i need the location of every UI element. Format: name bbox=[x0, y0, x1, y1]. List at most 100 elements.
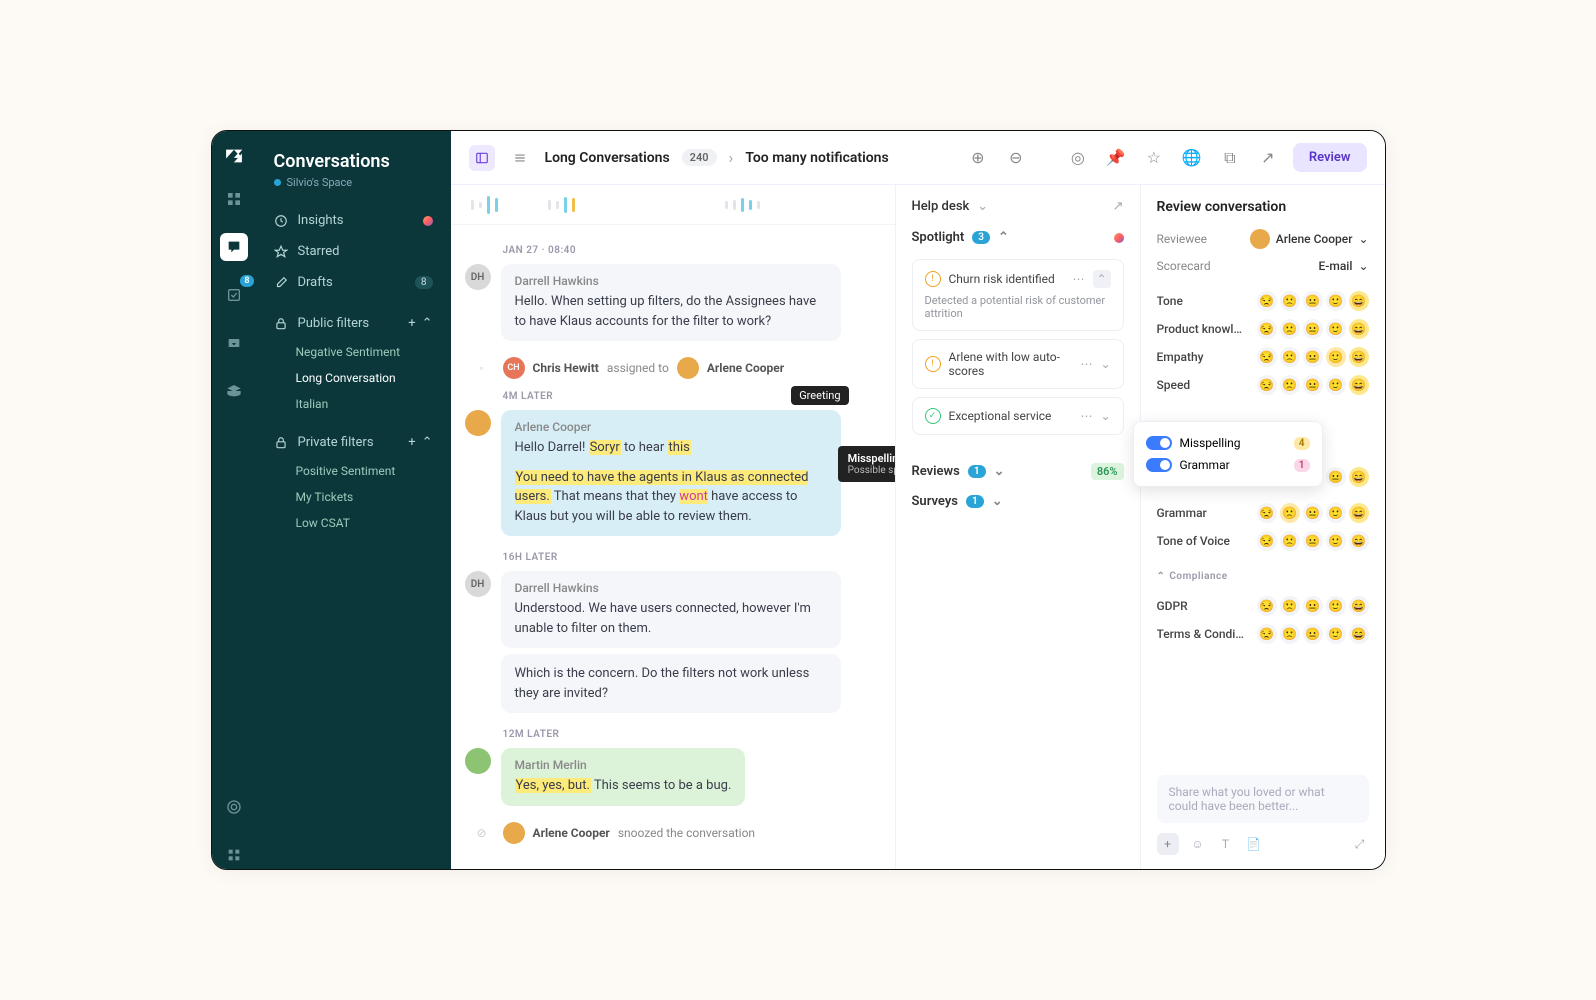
spotlight-card[interactable]: !Arlene with low auto-scores⋯⌄ bbox=[912, 339, 1124, 389]
chevron-down-icon[interactable]: ⌃ bbox=[422, 316, 433, 331]
rating-face[interactable]: 😄 bbox=[1349, 531, 1369, 551]
rating-face[interactable]: 🙂 bbox=[1326, 531, 1346, 551]
text-format-icon[interactable]: T bbox=[1217, 835, 1235, 853]
rating-face[interactable]: 😄 bbox=[1349, 291, 1369, 311]
surveys-section[interactable]: Surveys 1 ⌄ bbox=[912, 494, 1124, 509]
rating-face[interactable]: 😄 bbox=[1349, 596, 1369, 616]
rail-learn-icon[interactable] bbox=[220, 377, 248, 405]
rail-inbox-icon[interactable] bbox=[220, 329, 248, 357]
rail-tasks-icon[interactable]: 8 bbox=[220, 281, 248, 309]
rating-face[interactable]: 😐 bbox=[1303, 347, 1323, 367]
expand-icon[interactable]: ⤢ bbox=[1351, 835, 1369, 853]
breadcrumb-filter[interactable]: Long Conversations bbox=[545, 150, 670, 166]
next-icon[interactable]: ⊖ bbox=[1003, 145, 1029, 171]
toggle-misspelling[interactable] bbox=[1146, 436, 1172, 450]
rating-face[interactable]: 🙂 bbox=[1326, 291, 1346, 311]
rating-face[interactable]: 😒 bbox=[1257, 503, 1277, 523]
globe-icon[interactable]: 🌐 bbox=[1179, 145, 1205, 171]
rating-face[interactable]: 🙁 bbox=[1280, 319, 1300, 339]
rating-face[interactable]: 😐 bbox=[1303, 624, 1323, 644]
rating-face[interactable]: 🙂 bbox=[1326, 624, 1346, 644]
rail-conversations-icon[interactable] bbox=[220, 233, 248, 261]
external-link-icon[interactable]: ↗ bbox=[1113, 199, 1124, 214]
rating-face[interactable]: 🙁 bbox=[1280, 291, 1300, 311]
rating-face[interactable]: 🙁 bbox=[1280, 624, 1300, 644]
filter-low-csat[interactable]: Low CSAT bbox=[256, 510, 451, 536]
rating-face[interactable]: 🙂 bbox=[1326, 319, 1346, 339]
rating-face[interactable]: 😐 bbox=[1303, 291, 1323, 311]
message-bubble[interactable]: Which is the concern. Do the filters not… bbox=[501, 654, 841, 713]
more-icon[interactable]: ⋯ bbox=[1073, 272, 1085, 286]
spotlight-card[interactable]: ✓Exceptional service⋯⌄ bbox=[912, 397, 1124, 435]
workspace-label[interactable]: Silvio's Space bbox=[256, 176, 451, 205]
comment-input[interactable]: Share what you loved or what could have … bbox=[1157, 775, 1369, 823]
reviews-section[interactable]: Reviews 1 ⌄ 86% bbox=[912, 463, 1124, 480]
add-icon[interactable]: + bbox=[408, 316, 415, 331]
rating-face[interactable]: 😐 bbox=[1303, 319, 1323, 339]
toggle-grammar[interactable] bbox=[1146, 458, 1172, 472]
rating-face[interactable]: 😄 bbox=[1349, 624, 1369, 644]
copy-icon[interactable]: ⧉ bbox=[1217, 145, 1243, 171]
rating-face[interactable]: 😐 bbox=[1303, 503, 1323, 523]
compliance-section[interactable]: ⌃ Compliance bbox=[1157, 571, 1369, 582]
rating-face[interactable]: 😒 bbox=[1257, 624, 1277, 644]
pin-icon[interactable]: 📌 bbox=[1103, 145, 1129, 171]
nav-private-filters[interactable]: Private filters+⌃ bbox=[256, 427, 451, 458]
emoji-icon[interactable]: ☺ bbox=[1189, 835, 1207, 853]
rating-face[interactable]: 🙁 bbox=[1280, 596, 1300, 616]
chevron-down-icon[interactable]: ⌃ bbox=[422, 435, 433, 450]
filter-negative-sentiment[interactable]: Negative Sentiment bbox=[256, 339, 451, 365]
add-button[interactable]: + bbox=[1157, 833, 1179, 855]
helpdesk-selector[interactable]: Help desk⌄ ↗ bbox=[912, 199, 1124, 214]
spotlight-section[interactable]: Spotlight 3 ⌃ bbox=[912, 230, 1124, 245]
rating-face[interactable]: 🙁 bbox=[1280, 503, 1300, 523]
breadcrumb-ticket[interactable]: Too many notifications bbox=[745, 150, 888, 166]
nav-starred[interactable]: Starred bbox=[256, 236, 451, 267]
rating-face[interactable]: 😐 bbox=[1303, 531, 1323, 551]
nav-public-filters[interactable]: Public filters+⌃ bbox=[256, 308, 451, 339]
spotlight-card[interactable]: !Churn risk identified⋯⌃ Detected a pote… bbox=[912, 259, 1124, 331]
rating-face[interactable]: 🙁 bbox=[1280, 375, 1300, 395]
message-bubble[interactable]: Darrell Hawkins Hello. When setting up f… bbox=[501, 264, 841, 341]
reviewee-row[interactable]: Reviewee Arlene Cooper ⌄ bbox=[1157, 229, 1369, 249]
more-icon[interactable]: ⋯ bbox=[1080, 409, 1092, 423]
prev-icon[interactable]: ⊕ bbox=[965, 145, 991, 171]
scorecard-row[interactable]: Scorecard E-mail ⌄ bbox=[1157, 259, 1369, 273]
more-icon[interactable]: ⋯ bbox=[1080, 357, 1092, 371]
nav-drafts[interactable]: Drafts8 bbox=[256, 267, 451, 298]
attachment-icon[interactable]: 📄 bbox=[1245, 835, 1263, 853]
add-icon[interactable]: + bbox=[408, 435, 415, 450]
external-icon[interactable]: ↗ bbox=[1255, 145, 1281, 171]
filter-italian[interactable]: Italian bbox=[256, 391, 451, 417]
rating-face[interactable]: 😒 bbox=[1257, 375, 1277, 395]
rating-face[interactable]: 😒 bbox=[1257, 596, 1277, 616]
filter-long-conversation[interactable]: Long Conversation bbox=[256, 365, 451, 391]
rail-apps-icon[interactable] bbox=[220, 841, 248, 869]
rating-face[interactable]: 🙂 bbox=[1326, 596, 1346, 616]
message-bubble[interactable]: Martin Merlin Yes, yes, but. This seems … bbox=[501, 748, 746, 806]
rating-face[interactable]: 😒 bbox=[1257, 347, 1277, 367]
rating-face[interactable]: 😒 bbox=[1257, 319, 1277, 339]
rating-face[interactable]: 😄 bbox=[1349, 375, 1369, 395]
rating-face[interactable]: 🙂 bbox=[1326, 347, 1346, 367]
nav-insights[interactable]: Insights bbox=[256, 205, 451, 236]
expand-icon[interactable]: ⌄ bbox=[1100, 357, 1110, 371]
rating-face[interactable]: 😄 bbox=[1349, 503, 1369, 523]
menu-icon[interactable] bbox=[507, 145, 533, 171]
rating-face[interactable]: 😒 bbox=[1257, 531, 1277, 551]
rail-dashboard-icon[interactable] bbox=[220, 185, 248, 213]
review-button[interactable]: Review bbox=[1293, 143, 1367, 172]
filter-positive-sentiment[interactable]: Positive Sentiment bbox=[256, 458, 451, 484]
rating-face[interactable]: 😒 bbox=[1257, 291, 1277, 311]
rating-face[interactable]: 😄 bbox=[1349, 319, 1369, 339]
filter-my-tickets[interactable]: My Tickets bbox=[256, 484, 451, 510]
rating-face[interactable]: 🙂 bbox=[1326, 375, 1346, 395]
rating-face[interactable]: 😄 bbox=[1349, 347, 1369, 367]
rating-face[interactable]: 😐 bbox=[1303, 596, 1323, 616]
star-icon[interactable]: ☆ bbox=[1141, 145, 1167, 171]
rating-face[interactable]: 🙁 bbox=[1280, 347, 1300, 367]
target-icon[interactable]: ◎ bbox=[1065, 145, 1091, 171]
rail-help-icon[interactable] bbox=[220, 793, 248, 821]
message-bubble[interactable]: Darrell Hawkins Understood. We have user… bbox=[501, 571, 841, 648]
message-bubble[interactable]: Greeting Arlene Cooper Hello Darrel! Sor… bbox=[501, 410, 841, 536]
